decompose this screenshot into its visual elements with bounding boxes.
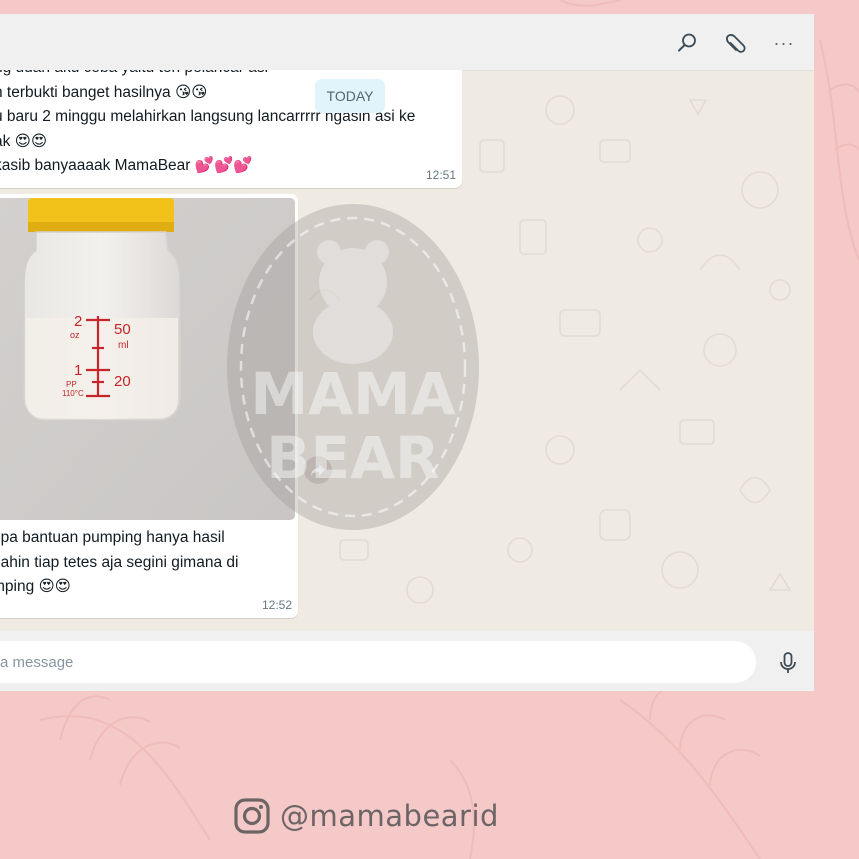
message-input[interactable] bbox=[0, 641, 756, 683]
microphone-icon[interactable] bbox=[776, 651, 800, 675]
chat-header: ··· bbox=[0, 14, 814, 71]
bottle-ml-20: 20 bbox=[114, 373, 131, 390]
message-photo[interactable]: 2 oz 1 50 ml 20 PP 110°C bbox=[0, 198, 295, 520]
bottle-ml-50: 50 bbox=[114, 321, 131, 338]
message-composer bbox=[0, 631, 814, 691]
bottle-ml-unit: ml bbox=[118, 340, 129, 351]
message-line: dahin tiap tetes aja segini gimana di bbox=[0, 553, 239, 571]
more-options-icon[interactable]: ··· bbox=[771, 30, 797, 56]
bottle-oz-1: 1 bbox=[74, 362, 82, 379]
whatsapp-window: ··· ng udah aku coba yaitu teh pelancar … bbox=[0, 14, 814, 691]
instagram-icon bbox=[234, 798, 270, 834]
paperclip-icon[interactable] bbox=[722, 30, 748, 56]
message-text: npa bantuan pumping hanya hasil dahin ti… bbox=[0, 526, 238, 600]
bottle-oz-2: 2 bbox=[74, 313, 82, 330]
bottle-oz-unit: oz bbox=[70, 330, 80, 340]
instagram-handle: @mamabearid bbox=[234, 795, 499, 837]
instagram-handle-text: @mamabearid bbox=[280, 799, 499, 833]
breast-milk-bottle-illustration: 2 oz 1 50 ml 20 PP 110°C bbox=[0, 198, 295, 520]
date-separator: TODAY bbox=[315, 79, 385, 113]
message-line: ak 😍😍 bbox=[0, 132, 47, 150]
message-line: kasib banyaaaak MamaBear 💕💕💕 bbox=[0, 157, 253, 174]
message-timestamp: 12:52 bbox=[261, 597, 292, 612]
forward-icon[interactable] bbox=[304, 456, 332, 484]
more-options-glyph: ··· bbox=[773, 32, 795, 53]
message-line: npa bantuan pumping hanya hasil bbox=[0, 529, 225, 546]
message-timestamp: 12:51 bbox=[425, 167, 456, 182]
message-line: mping 😍😍 bbox=[0, 578, 71, 595]
bottle-material: PP bbox=[66, 380, 77, 389]
chat-area[interactable]: ng udah aku coba yaitu teh pelancar asi … bbox=[0, 70, 814, 631]
message-bubble-image[interactable]: 2 oz 1 50 ml 20 PP 110°C npa bantuan pum… bbox=[0, 194, 298, 618]
message-bubble-incoming[interactable]: ng udah aku coba yaitu teh pelancar asi … bbox=[0, 70, 462, 188]
bottle-temp: 110°C bbox=[62, 389, 84, 398]
search-icon[interactable] bbox=[674, 30, 700, 56]
